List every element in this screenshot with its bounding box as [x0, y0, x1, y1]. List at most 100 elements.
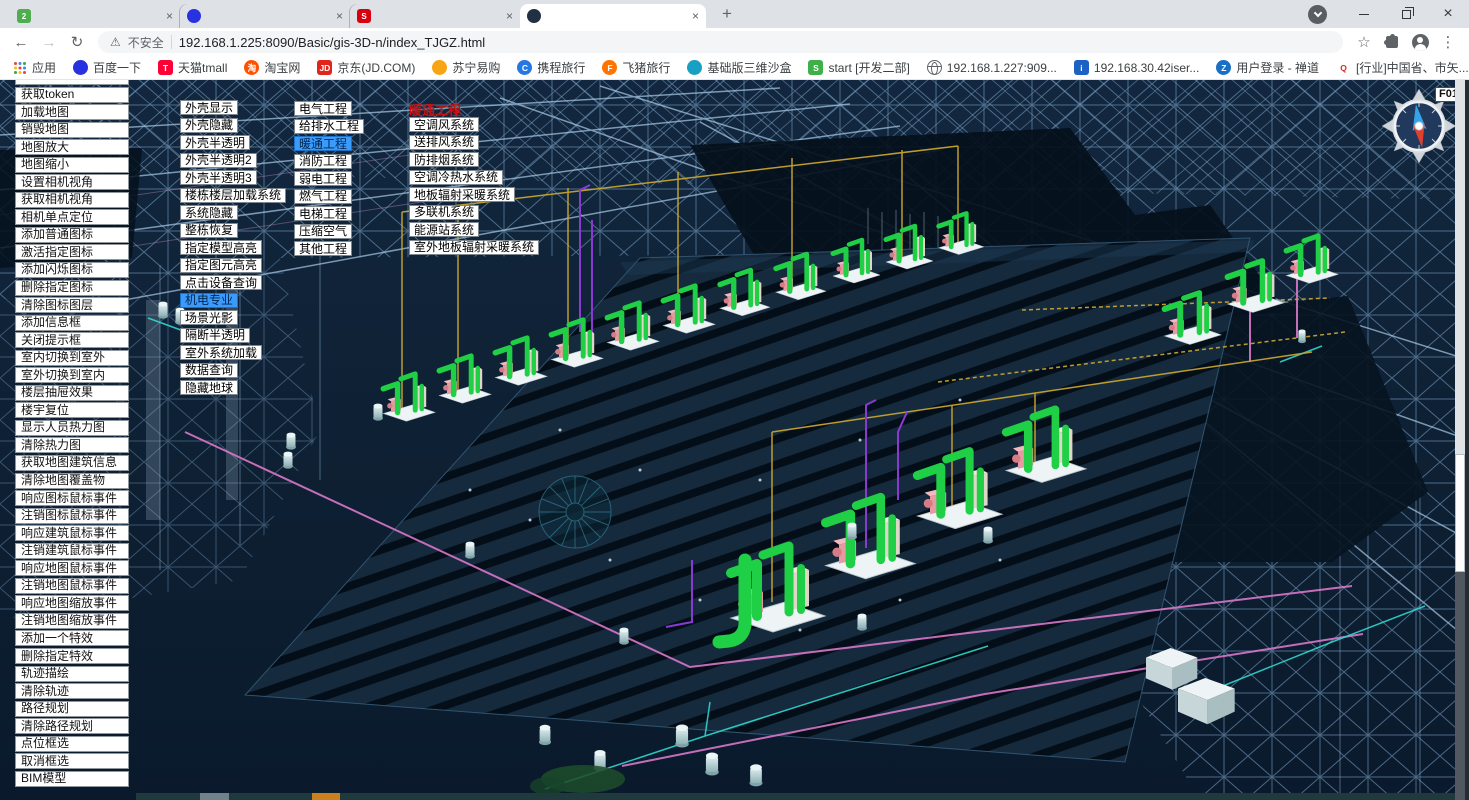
sidebar-item[interactable]: 注销地图缩放事件	[15, 613, 129, 629]
bookmark-star-icon[interactable]: ☆	[1351, 30, 1377, 54]
sidebar-item[interactable]: 点位框选	[15, 736, 129, 752]
sidebar-item[interactable]: 响应地图缩放事件	[15, 595, 129, 611]
sidebar-item[interactable]: 取消框选	[15, 753, 129, 769]
bookmark-item[interactable]: 淘 淘宝网	[244, 59, 300, 76]
menu-item[interactable]: 弱电工程	[294, 171, 352, 186]
menu-item[interactable]: 暖通工程	[294, 136, 352, 151]
bookmark-item[interactable]: 基础版三维沙盒	[687, 59, 791, 76]
tab-close-icon[interactable]: ×	[506, 9, 513, 23]
bookmark-item[interactable]: F 飞猪旅行	[602, 59, 670, 76]
sidebar-item[interactable]: 响应建筑鼠标事件	[15, 525, 129, 541]
tab-close-icon[interactable]: ×	[692, 9, 699, 23]
sidebar-item[interactable]: 楼宇复位	[15, 402, 129, 418]
bookmark-item[interactable]: T 天猫tmall	[158, 59, 227, 76]
sidebar-item[interactable]: 响应图标鼠标事件	[15, 490, 129, 506]
bookmark-item[interactable]: Z 用户登录 - 禅道	[1216, 59, 1319, 76]
menu-item[interactable]: 能源站系统	[409, 222, 479, 237]
menu-item[interactable]: 其他工程	[294, 241, 352, 256]
bookmark-item[interactable]: 苏宁易购	[432, 59, 500, 76]
menu-item[interactable]: 防排烟系统	[409, 152, 479, 167]
sidebar-item[interactable]: 删除指定特效	[15, 648, 129, 664]
profile-avatar[interactable]	[1407, 30, 1433, 54]
sidebar-item[interactable]: 获取地图建筑信息	[15, 455, 129, 471]
bookmark-item[interactable]: S start [开发二部]	[808, 59, 909, 76]
sidebar-item-clipped[interactable]	[15, 80, 129, 85]
menu-item[interactable]: 消防工程	[294, 154, 352, 169]
bookmark-item[interactable]: Q [行业]中国省、市矢...	[1336, 59, 1469, 76]
menu-item[interactable]: 系统隐藏	[180, 205, 238, 220]
scrollbar-track-upper[interactable]	[1455, 80, 1465, 454]
menu-item[interactable]: 多联机系统	[409, 205, 479, 220]
sidebar-item[interactable]: 注销地图鼠标事件	[15, 578, 129, 594]
bookmark-item[interactable]: i 192.168.30.42iser...	[1074, 60, 1199, 75]
sidebar-item[interactable]: 获取相机视角	[15, 192, 129, 208]
sidebar-item[interactable]: 路径规划	[15, 701, 129, 717]
menu-item[interactable]: 电梯工程	[294, 206, 352, 221]
menu-item[interactable]: 外壳半透明	[180, 135, 250, 150]
sidebar-item[interactable]: 激活指定图标	[15, 244, 129, 260]
menu-item[interactable]: 外壳半透明2	[180, 153, 257, 168]
menu-item[interactable]: 送排风系统	[409, 135, 479, 150]
sidebar-item[interactable]: 清除热力图	[15, 437, 129, 453]
menu-item[interactable]: 场景光影	[180, 310, 238, 325]
menu-item[interactable]: 指定图元高亮	[180, 258, 262, 273]
security-warning-icon[interactable]: ⚠	[110, 35, 121, 49]
menu-item[interactable]: 指定模型高亮	[180, 240, 262, 255]
menu-item[interactable]: 室外系统加载	[180, 345, 262, 360]
tab-close-icon[interactable]: ×	[336, 9, 343, 23]
close-button[interactable]: ×	[1427, 0, 1469, 28]
sidebar-item[interactable]: 删除指定图标	[15, 280, 129, 296]
sidebar-item[interactable]: 添加信息框	[15, 315, 129, 331]
reload-button[interactable]: ↻	[64, 30, 90, 54]
menu-item[interactable]: 数据查询	[180, 363, 238, 378]
menu-item[interactable]: 给排水工程	[294, 119, 364, 134]
scrollbar-thumb[interactable]	[1455, 454, 1465, 572]
menu-item[interactable]: 外壳显示	[180, 100, 238, 115]
bookmark-item[interactable]: 百度一下	[73, 59, 141, 76]
sidebar-item[interactable]: 室外切换到室内	[15, 367, 129, 383]
sidebar-item[interactable]: 设置相机视角	[15, 174, 129, 190]
sidebar-item[interactable]: 地图放大	[15, 139, 129, 155]
back-button[interactable]: ←	[8, 30, 34, 54]
forward-button[interactable]: →	[36, 30, 62, 54]
browser-menu-button[interactable]: ⋮	[1435, 30, 1461, 54]
menu-item[interactable]: 外壳半透明3	[180, 170, 257, 185]
sidebar-item[interactable]: 添加普通图标	[15, 227, 129, 243]
sidebar-item[interactable]: 注销图标鼠标事件	[15, 508, 129, 524]
menu-item[interactable]: 楼栋楼层加载系统	[180, 188, 286, 203]
sidebar-item[interactable]: 清除地图覆盖物	[15, 473, 129, 489]
minimize-button[interactable]	[1343, 0, 1385, 28]
bookmark-item[interactable]: C 携程旅行	[517, 59, 585, 76]
sidebar-item[interactable]: 响应地图鼠标事件	[15, 560, 129, 576]
menu-item[interactable]: 机电专业	[180, 293, 238, 308]
media-controls-button[interactable]	[1308, 5, 1327, 24]
sidebar-item[interactable]: 室内切换到室外	[15, 350, 129, 366]
menu-item[interactable]: 空调冷热水系统	[409, 170, 503, 185]
sidebar-item[interactable]: 注销建筑鼠标事件	[15, 543, 129, 559]
browser-tab[interactable]: ×	[520, 4, 706, 28]
sidebar-item[interactable]: 地图缩小	[15, 157, 129, 173]
menu-item[interactable]: 电气工程	[294, 101, 352, 116]
new-tab-button[interactable]: +	[714, 1, 740, 27]
bookmark-item[interactable]: JD 京东(JD.COM)	[317, 59, 415, 76]
sidebar-item[interactable]: 销毁地图	[15, 122, 129, 138]
menu-item[interactable]: 地板辐射采暖系统	[409, 187, 515, 202]
scrollbar-track-lower[interactable]	[1455, 572, 1465, 800]
menu-item[interactable]: 隔断半透明	[180, 328, 250, 343]
menu-item[interactable]: 室外地板辐射采暖系统	[409, 240, 539, 255]
browser-tab[interactable]: 2 ×	[10, 4, 180, 28]
browser-tab[interactable]: S ×	[350, 4, 520, 28]
sidebar-item[interactable]: 相机单点定位	[15, 209, 129, 225]
menu-item[interactable]: 点击设备查询	[180, 275, 262, 290]
sidebar-item[interactable]: 清除路径规划	[15, 718, 129, 734]
bookmark-item[interactable]: 192.168.1.227:909...	[927, 60, 1057, 75]
extensions-icon[interactable]	[1379, 30, 1405, 54]
sidebar-item[interactable]: 加载地图	[15, 104, 129, 120]
browser-tab[interactable]: ×	[180, 4, 350, 28]
sidebar-item[interactable]: 楼层抽屉效果	[15, 385, 129, 401]
bookmark-item[interactable]: 应用	[12, 59, 56, 76]
compass[interactable]: F01	[1379, 86, 1459, 166]
sidebar-item[interactable]: 清除轨迹	[15, 683, 129, 699]
menu-item[interactable]: 压缩空气	[294, 224, 352, 239]
sidebar-item[interactable]: 轨迹描绘	[15, 666, 129, 682]
